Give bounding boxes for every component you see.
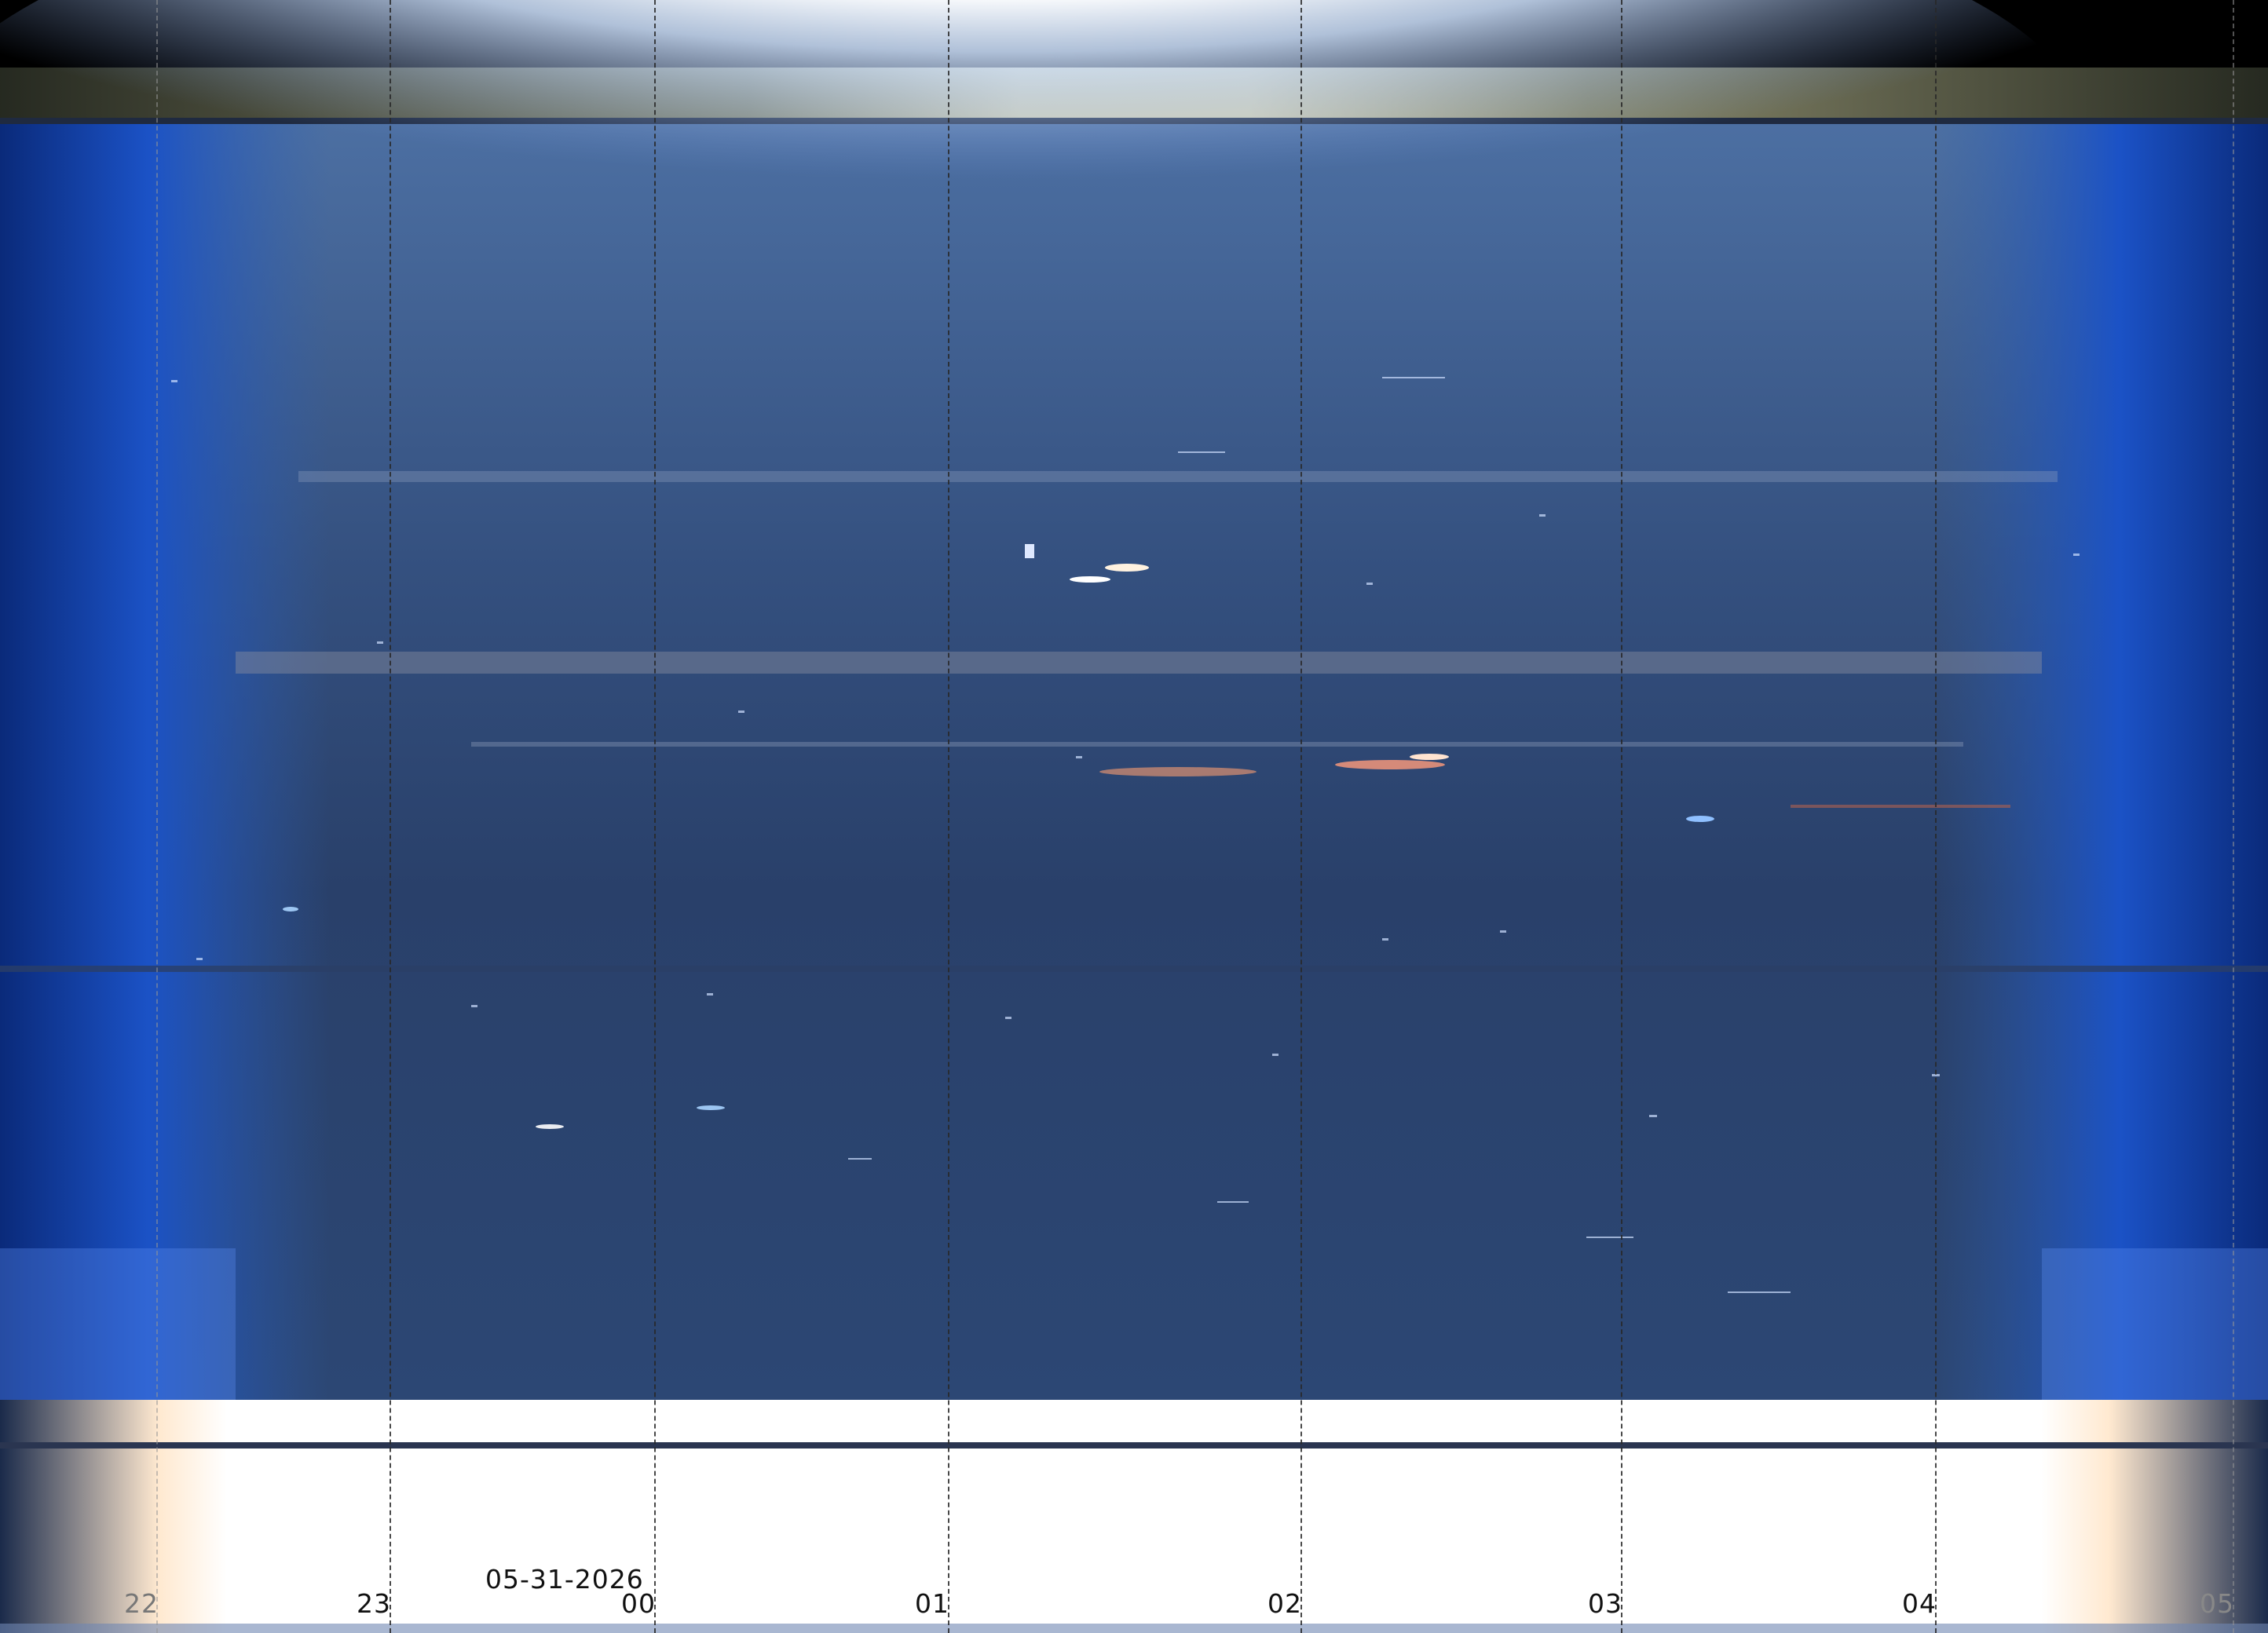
- hour-label: 02: [1268, 1588, 1302, 1619]
- keogram-image: 05-31-2026 22 23 00 01 02 03 04 05: [0, 0, 2268, 1633]
- hour-label: 03: [1588, 1588, 1622, 1619]
- hour-gridline: [156, 0, 158, 1633]
- hour-gridline: [1621, 0, 1622, 1633]
- hour-gridline: [654, 0, 656, 1633]
- hour-label: 23: [357, 1588, 391, 1619]
- hour-gridline: [948, 0, 949, 1633]
- hour-label: 22: [124, 1588, 159, 1619]
- hour-gridline: [2233, 0, 2234, 1633]
- hour-gridline: [1300, 0, 1302, 1633]
- date-label: 05-31-2026: [485, 1564, 644, 1595]
- hour-gridline: [1935, 0, 1937, 1633]
- hour-label: 01: [915, 1588, 949, 1619]
- hour-gridline: [390, 0, 391, 1633]
- keogram-sky-render: [0, 0, 2268, 1633]
- hour-label: 04: [1902, 1588, 1937, 1619]
- hour-label: 05: [2200, 1588, 2234, 1619]
- hour-label: 00: [621, 1588, 656, 1619]
